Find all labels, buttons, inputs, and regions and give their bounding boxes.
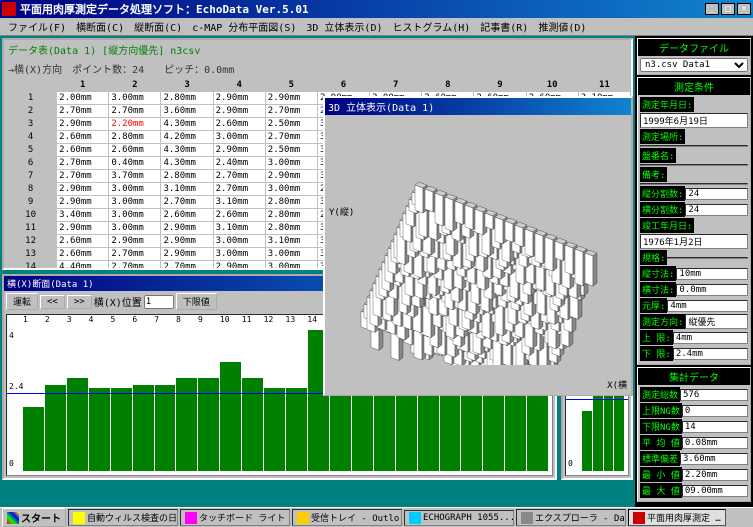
stats-lowng-label: 下限NG数 — [640, 419, 682, 434]
titlebar: 平面用肉厚測定データ処理ソフト：EchoData Ver.5.01 _ □ × — [0, 0, 753, 18]
menu-hcross[interactable]: 横断面(C) — [72, 17, 128, 36]
cond-orig-value[interactable]: 4mm — [667, 300, 748, 312]
three-d-panel: 3D 立体表示(Data 1) Y(縦) X(横 — [323, 96, 633, 396]
cond-pan-label: 盤番名: — [640, 148, 676, 163]
hchart-back-button[interactable]: << — [40, 295, 65, 309]
cond-up-label: 上 限: — [640, 330, 673, 345]
cond-date-label: 測定年月日: — [640, 97, 694, 112]
table-header: →横(X)方向 ポイント数：24 ピッチ：0.0mm — [4, 59, 631, 78]
cond-std-label: 規格: — [640, 250, 667, 265]
menu-cmap[interactable]: c-MAP 分布平面図(S) — [188, 17, 300, 36]
app-icon — [2, 2, 16, 16]
file-select[interactable]: n3.csv Data1 — [640, 58, 748, 72]
menu-estimate[interactable]: 推測値(D) — [534, 17, 590, 36]
stats-std-value: 3.60mm — [680, 453, 748, 465]
cond-up-value[interactable]: 4mm — [673, 332, 748, 344]
cond-note-label: 備考: — [640, 167, 667, 182]
cond-hdim-value[interactable]: 0.0mm — [676, 284, 748, 296]
cond-hdiv-value[interactable]: 24 — [685, 204, 748, 216]
stats-avg-label: 平 均 値 — [640, 435, 682, 450]
maximize-button[interactable]: □ — [721, 3, 735, 15]
cond-hdiv-label: 横分割数: — [640, 202, 685, 217]
stats-upng-value: 0 — [682, 405, 748, 417]
stats-lowng-value: 14 — [682, 421, 748, 433]
stats-min-value: 2.20mm — [682, 469, 748, 481]
task-1[interactable]: 自動ウィルス検査の日 — [68, 509, 178, 526]
task-2[interactable]: タッチボード ライト — [180, 509, 290, 526]
cond-dir-value[interactable]: 縦優先 — [685, 314, 748, 329]
stats-min-label: 最 小 値 — [640, 467, 682, 482]
stats-section-title: 集計データ — [638, 368, 750, 385]
menu-3d[interactable]: 3D 立体表示(D) — [302, 17, 386, 36]
sidebar: データファイル n3.csv Data1 測定条件 測定年月日: 1999年6月… — [635, 36, 753, 507]
cond-due-label: 竣工年月日: — [640, 218, 694, 233]
cond-vdiv-label: 縦分割数: — [640, 186, 685, 201]
stats-max-label: 最 大 値 — [640, 483, 682, 498]
cond-due-value[interactable]: 1976年1月2日 — [640, 234, 748, 249]
app-title: 平面用肉厚測定データ処理ソフト：EchoData Ver.5.01 — [20, 1, 703, 17]
hchart-limit-button[interactable]: 下限値 — [176, 293, 217, 310]
task-6[interactable]: 平面用肉厚測定 … — [628, 509, 726, 526]
taskbar: スタート 自動ウィルス検査の日 タッチボード ライト 受信トレイ - Outlo… — [0, 507, 753, 527]
stats-count-value: 576 — [680, 389, 748, 401]
cond-vdim-value[interactable]: 10mm — [676, 268, 748, 280]
menu-histogram[interactable]: ヒストグラム(H) — [389, 17, 475, 36]
stats-max-value: 09.00mm — [682, 485, 748, 497]
task-4[interactable]: ECHOGRAPH 1055... — [404, 510, 514, 526]
stats-std-label: 標準偏差 — [640, 451, 680, 466]
windows-icon — [7, 512, 19, 524]
cond-low-label: 下 限: — [640, 346, 673, 361]
stats-upng-label: 上限NG数 — [640, 403, 682, 418]
three-d-y-label: Y(縦) — [329, 205, 354, 218]
task-5[interactable]: エクスプローラ - Data — [516, 509, 626, 526]
menubar: ファイル(F) 横断面(C) 縦断面(C) c-MAP 分布平面図(S) 3D … — [0, 18, 753, 36]
table-title: データ表(Data 1) [縦方向優先] n3csv — [4, 40, 631, 59]
cond-hdim-label: 横寸法: — [640, 282, 676, 297]
close-button[interactable]: × — [737, 3, 751, 15]
stats-avg-value: 0.08mm — [682, 437, 748, 449]
three-d-x-label: X(横 — [607, 378, 627, 391]
three-d-title[interactable]: 3D 立体表示(Data 1) — [325, 98, 631, 115]
start-button[interactable]: スタート — [2, 508, 66, 527]
hchart-operate-button[interactable]: 運転 — [6, 293, 38, 310]
task-3[interactable]: 受信トレイ - Outlo... — [292, 509, 402, 526]
cond-note-value[interactable] — [640, 183, 748, 185]
cond-place-value[interactable] — [640, 145, 748, 147]
hchart-pos-input[interactable] — [144, 295, 174, 309]
hchart-fwd-button[interactable]: >> — [67, 295, 92, 309]
menu-report[interactable]: 記事書(R) — [476, 17, 532, 36]
cond-vdim-label: 縦寸法: — [640, 266, 676, 281]
menu-vcross[interactable]: 縦断面(C) — [130, 17, 186, 36]
cond-dir-label: 測定方向: — [640, 314, 685, 329]
cond-std-value[interactable] — [667, 257, 748, 259]
stats-count-label: 測定総数 — [640, 387, 680, 402]
cond-orig-label: 元厚: — [640, 298, 667, 313]
cond-date-value[interactable]: 1999年6月19日 — [640, 113, 748, 128]
cond-pan-value[interactable] — [640, 164, 748, 166]
cond-section-title: 測定条件 — [638, 78, 750, 95]
three-d-body[interactable]: Y(縦) X(横 — [325, 115, 631, 395]
file-section-title: データファイル — [638, 39, 750, 56]
menu-file[interactable]: ファイル(F) — [4, 17, 70, 36]
cond-place-label: 測定場所: — [640, 129, 685, 144]
hchart-pos-label: 横(X)位置 — [94, 294, 142, 309]
minimize-button[interactable]: _ — [705, 3, 719, 15]
cond-vdiv-value[interactable]: 24 — [685, 188, 748, 200]
cond-low-value[interactable]: 2.4mm — [673, 348, 748, 360]
